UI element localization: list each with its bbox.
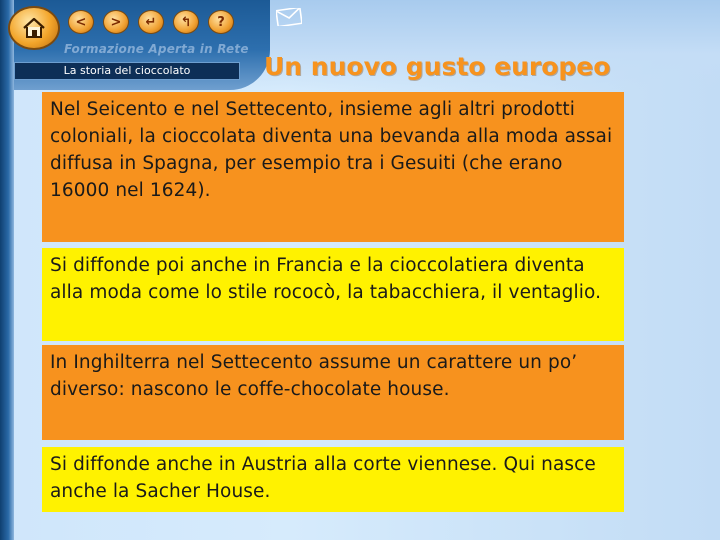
- home-icon: [23, 17, 45, 38]
- text-block-4: Si diffonde anche in Austria alla corte …: [42, 447, 624, 512]
- left-decorative-bar: [0, 0, 14, 540]
- text-block-3: In Inghilterra nel Settecento assume un …: [42, 345, 624, 440]
- home-button[interactable]: [8, 6, 60, 50]
- page-title: Un nuovo gusto europeo: [264, 52, 611, 81]
- up-button[interactable]: ↰: [173, 10, 199, 34]
- text-block-2: Si diffonde poi anche in Francia e la ci…: [42, 248, 624, 341]
- back-button[interactable]: <: [68, 10, 94, 34]
- breadcrumb: La storia del cioccolato: [14, 62, 240, 80]
- brand-logo-text: Formazione Aperta in Rete: [64, 42, 249, 56]
- mail-icon[interactable]: [276, 8, 302, 26]
- help-button[interactable]: ?: [208, 10, 234, 34]
- text-block-1: Nel Seicento e nel Settecento, insieme a…: [42, 92, 624, 242]
- return-button[interactable]: ↵: [138, 10, 164, 34]
- forward-button[interactable]: >: [103, 10, 129, 34]
